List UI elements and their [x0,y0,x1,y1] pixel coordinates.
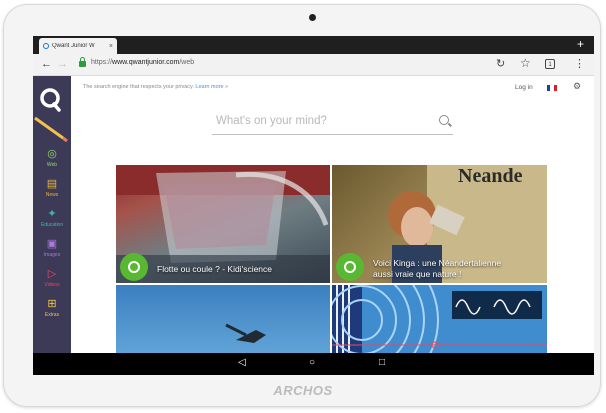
privacy-tagline: The search engine that respects your pri… [83,84,228,90]
extras-icon: ⊞ [47,298,57,310]
sidebar-item-extras[interactable]: ⊞ Extras [33,298,71,318]
new-tab-button[interactable]: + [577,37,584,51]
sidebar-item-label: Web [46,162,58,168]
result-card-waves[interactable] [332,285,547,353]
sidebar-item-web[interactable]: ◎ Web [33,148,71,168]
search-icon[interactable] [439,115,449,125]
result-card-bird[interactable] [116,285,330,353]
kidi-badge-icon [120,253,148,281]
tab-switcher-button[interactable]: 1 [545,59,555,69]
result-card-neandertal[interactable]: Neande Voici Kinga : une Néandertalienne… [332,165,547,283]
card-caption: Voici Kinga : une Néandertalienne aussi v… [373,258,501,280]
result-card-flotte[interactable]: Flotte ou coule ? - Kidi'science [116,165,330,283]
qwant-favicon-icon [43,43,49,49]
qwant-logo-icon[interactable] [37,86,63,112]
back-arrow-icon[interactable]: ← [41,58,52,70]
tab-title: Qwant Junior W [52,43,95,49]
images-icon: ▣ [46,238,58,250]
sidebar-item-education[interactable]: ✦ Education [33,208,71,228]
nav-home-icon[interactable]: ○ [309,357,315,368]
caption-line-2: aussi vraie que nature ! [373,269,462,279]
nav-recents-icon[interactable]: □ [379,357,385,368]
browser-tab[interactable]: Qwant Junior W × [39,38,117,54]
card-caption: Flotte ou coule ? - Kidi'science [157,264,273,274]
web-content: ◎ Web ▤ News ✦ Education ▣ Images ▷ Vide… [33,76,594,353]
education-icon: ✦ [47,208,57,220]
card-overlay-title: Neande [458,165,523,187]
qwant-sidebar: ◎ Web ▤ News ✦ Education ▣ Images ▷ Vide… [33,76,71,353]
url-field[interactable]: https://www.qwantjunior.com/web [91,59,194,66]
kidi-badge-icon [336,253,364,281]
sidebar-item-videos[interactable]: ▷ Videos [33,268,71,288]
browser-tab-bar: Qwant Junior W × + [33,36,594,54]
sidebar-item-news[interactable]: ▤ News [33,178,71,198]
sidebar-item-label: News [45,192,59,198]
reload-icon[interactable]: ↻ [496,57,505,70]
card-image-waves [332,285,547,353]
news-icon: ▤ [46,178,58,190]
tab-close-icon[interactable]: × [109,43,113,50]
sidebar-item-label: Education [40,222,64,228]
nav-back-icon[interactable]: ◁ [238,357,246,368]
android-nav-bar: ◁ ○ □ [33,353,594,375]
tagline-text: The search engine that respects your pri… [83,84,194,90]
sidebar-item-label: Extras [44,312,60,318]
language-flag-icon[interactable] [547,85,557,91]
sidebar-item-images[interactable]: ▣ Images [33,238,71,258]
caption-line-1: Voici Kinga : une Néandertalienne [373,258,502,268]
url-scheme: https:// [91,59,113,66]
bookmark-star-icon[interactable]: ☆ [520,56,531,70]
device-brand: ARCHOS [273,383,333,398]
card-image-bird [225,323,266,343]
sidebar-item-label: Videos [44,282,60,288]
forward-arrow-icon[interactable]: → [57,58,68,70]
url-path: /web [179,59,195,66]
learn-more-link[interactable]: Learn more » [195,84,228,90]
overflow-menu-icon[interactable]: ⋮ [574,57,585,70]
lock-icon [79,57,86,67]
address-bar: ← → https://www.qwantjunior.com/web ↻ ☆ … [33,54,594,76]
search-input[interactable]: What's on your mind? [216,115,327,127]
sidebar-item-label: Images [43,252,61,258]
front-camera [309,14,316,21]
web-icon: ◎ [47,148,57,160]
url-host: www.qwantjunior.com [112,59,180,66]
login-link[interactable]: Log in [515,84,533,91]
search-box[interactable]: What's on your mind? [212,112,453,135]
settings-gear-icon[interactable]: ⚙ [573,81,581,92]
tablet-screen: Qwant Junior W × + ← → https://www.qwant… [33,36,594,375]
videos-icon: ▷ [47,268,57,280]
pencil-decoration-icon [34,116,68,143]
